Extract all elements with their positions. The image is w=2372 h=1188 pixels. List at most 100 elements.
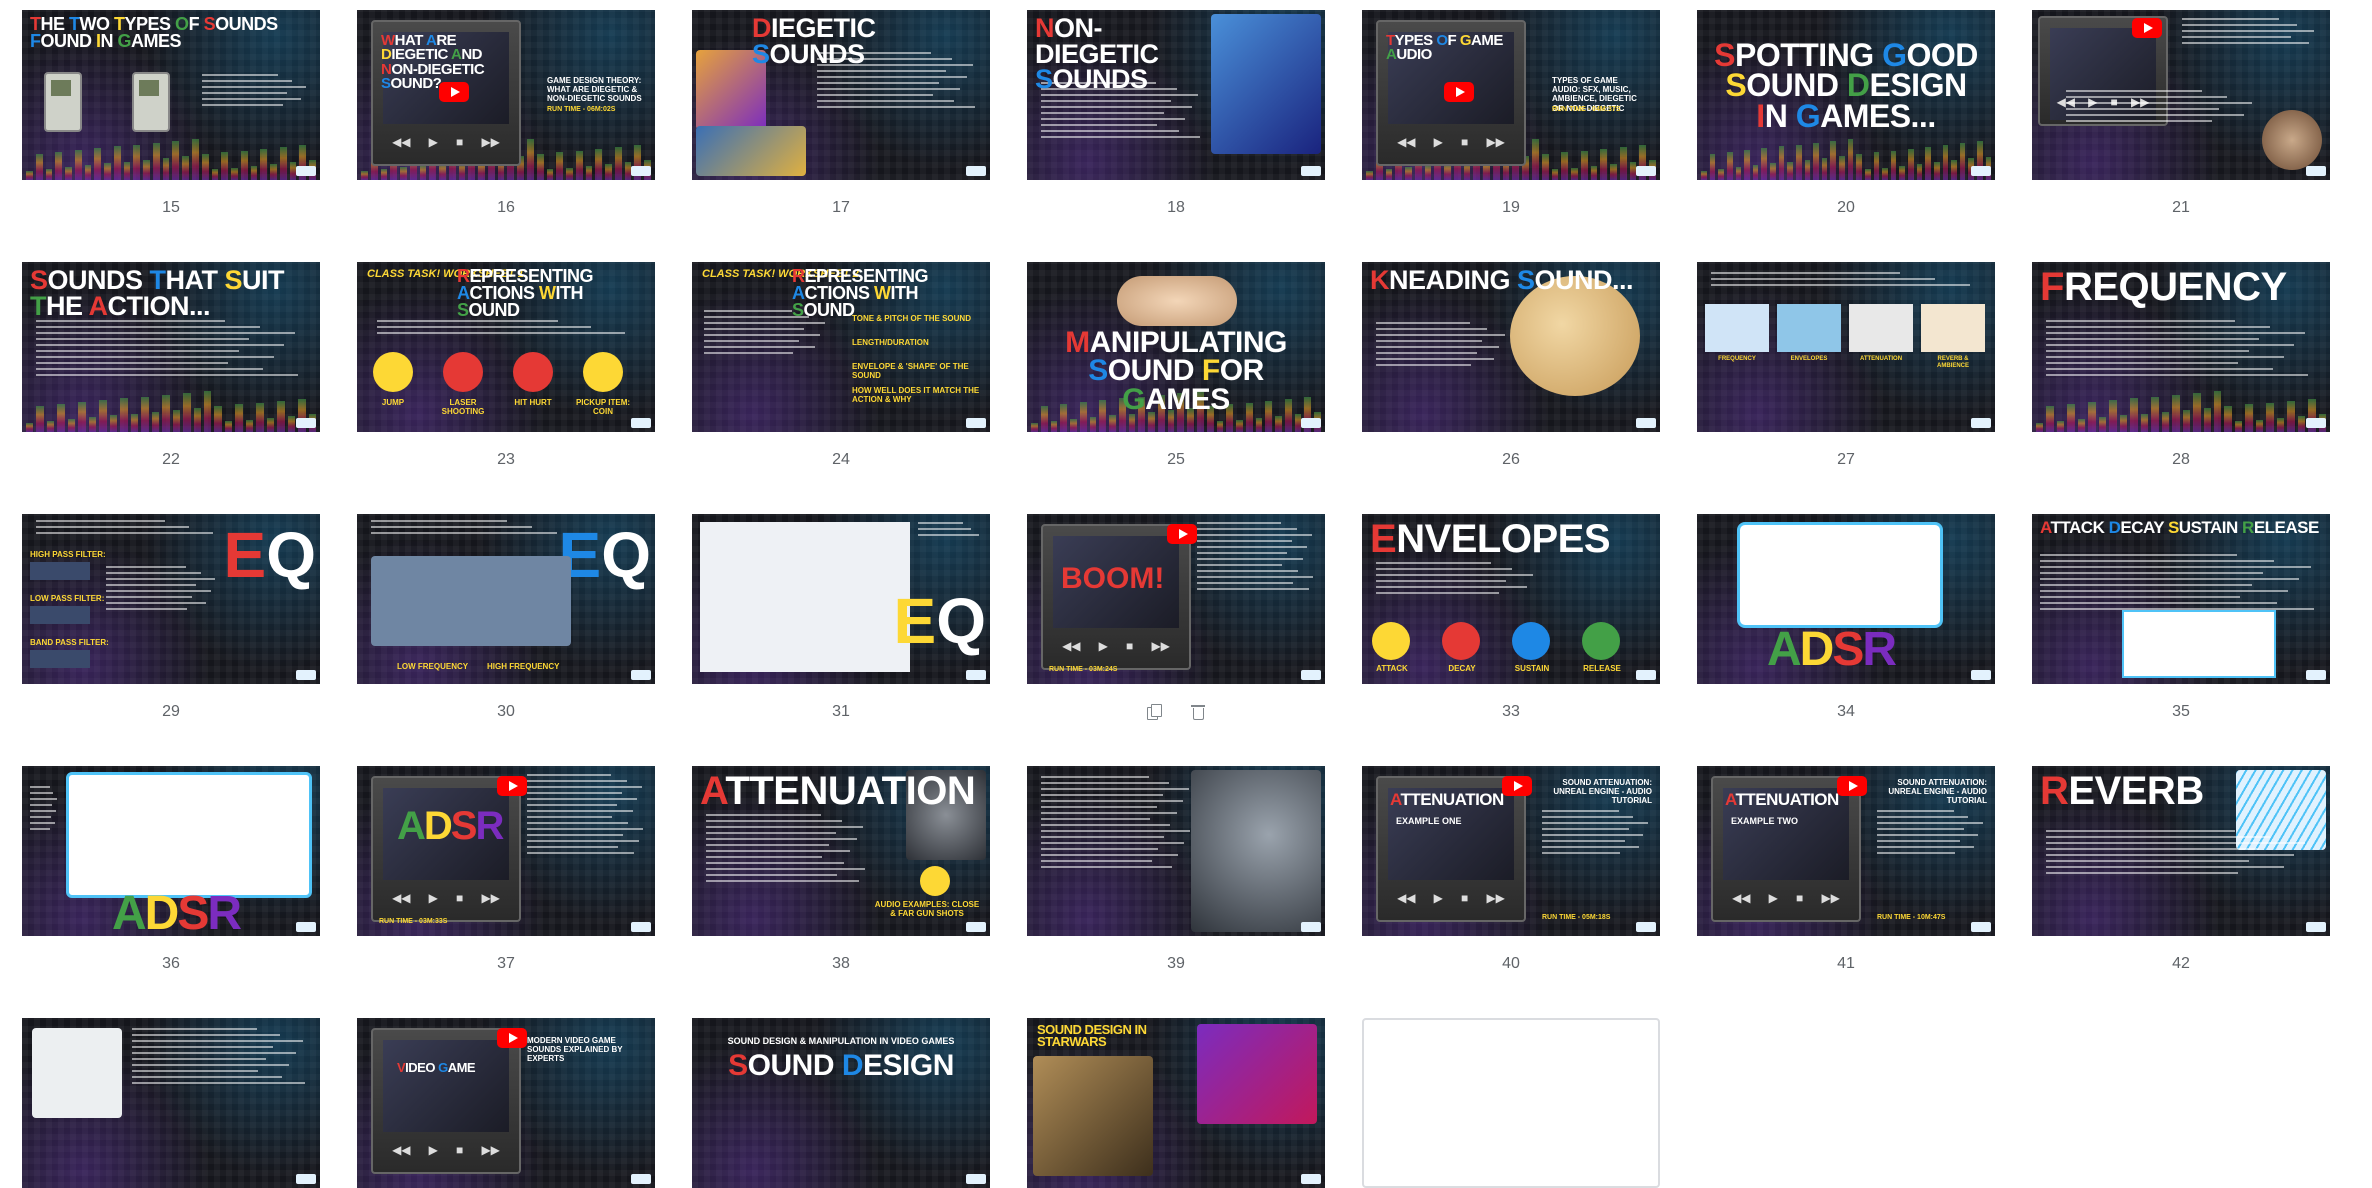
action-icon xyxy=(443,352,483,392)
slide-thumbnail[interactable]: KNEADING SOUND... xyxy=(1362,262,1660,432)
slide-thumbnail-cell[interactable]: DIEGETIC SOUNDS 17 xyxy=(692,10,990,216)
slide-thumbnail-cell[interactable]: ATTACK DECAY SUSTAIN RELEASE 35 xyxy=(2032,514,2330,720)
slide-thumbnail[interactable]: EQ xyxy=(692,514,990,684)
slide-thumbnail[interactable]: ◀◀ ▶ ■ ▶▶ VIDEO GAME MODERN VIDEO GAME SOUND… xyxy=(357,1018,655,1188)
slide-thumbnail-cell[interactable] xyxy=(22,1018,320,1188)
slide-thumbnail-cell[interactable]: ◀◀ ▶ ■ ▶▶ ATTENUATION EXAMPLE TWO SOUND ATTEN… xyxy=(1697,766,1995,972)
equalizer-decoration xyxy=(1697,134,1995,180)
runtime-label: RUN TIME - 06M:02S xyxy=(547,106,616,113)
envelope-stage-label: ATTACK xyxy=(1376,664,1408,673)
slide-number: 41 xyxy=(1837,955,1855,972)
slide-thumbnail[interactable]: CLASS TASK! WORKSHEET 2 REPRESENTING ACTI… xyxy=(692,262,990,432)
youtube-play-icon[interactable] xyxy=(1167,524,1197,544)
slide-thumbnail-cell[interactable]: EQ 31 xyxy=(692,514,990,720)
slide-thumbnail[interactable]: FREQUENCY xyxy=(2032,262,2330,432)
delete-icon[interactable] xyxy=(1191,704,1205,720)
slide-thumbnail[interactable]: ◀◀ ▶ ■ ▶▶ TYPES OF GAME AUDIO TYPES OF GAME… xyxy=(1362,10,1660,180)
slide-thumbnail[interactable] xyxy=(22,1018,320,1188)
slide-thumbnail-cell[interactable]: SOUND DESIGN & MANIPULATION IN VIDEO GAM… xyxy=(692,1018,990,1188)
slide-thumbnail[interactable]: THE TWO TYPES OF SOUNDS FOUND IN GAMES xyxy=(22,10,320,180)
slide-thumbnail-cell[interactable]: FREQUENCY 28 xyxy=(2032,262,2330,468)
slide-thumbnail[interactable]: REVERB xyxy=(2032,766,2330,936)
slide-thumbnail-cell[interactable]: ENVELOPES ATTACK DECAY SUSTAIN RELEASE 33 xyxy=(1362,514,1660,720)
youtube-play-icon[interactable] xyxy=(1444,82,1474,102)
video-player[interactable]: ◀◀▶■▶▶ xyxy=(371,1028,521,1174)
action-icon xyxy=(513,352,553,392)
slide-thumbnail-cell[interactable]: MANIPULATING SOUND FOR GAMES 25 xyxy=(1027,262,1325,468)
slide-thumbnail[interactable]: ADSR xyxy=(22,766,320,936)
slide-thumbnail-cell[interactable] xyxy=(1362,1018,1660,1188)
hands-image xyxy=(1117,276,1237,326)
youtube-play-icon[interactable] xyxy=(497,1028,527,1048)
slide-thumbnail-cell[interactable]: SOUNDS THAT SUIT THE ACTION... 22 xyxy=(22,262,320,468)
slide-thumbnail-cell[interactable]: EQ LOW FREQUENCY HIGH FREQUENCY 30 xyxy=(357,514,655,720)
slide-thumbnail[interactable]: EQ HIGH PASS FILTER: LOW PASS FILTER: BAND … xyxy=(22,514,320,684)
slide-thumbnail-cell[interactable]: KNEADING SOUND... 26 xyxy=(1362,262,1660,468)
school-logo xyxy=(1636,922,1656,932)
school-logo xyxy=(966,670,986,680)
slide-thumbnail-cell[interactable]: CLASS TASK! WORKSHEET 2 REPRESENTING ACTI… xyxy=(692,262,990,468)
slide-thumbnail-cell[interactable]: ADSR 36 xyxy=(22,766,320,972)
school-logo xyxy=(966,1174,986,1184)
video-player[interactable]: ◀◀▶■▶▶ xyxy=(371,776,521,922)
slide-thumbnail[interactable]: SPOTTING GOOD SOUND DESIGN IN GAMES... xyxy=(1697,10,1995,180)
slide-thumbnail-cell[interactable]: 39 xyxy=(1027,766,1325,972)
slide-thumbnail[interactable]: SOUND DESIGN & MANIPULATION IN VIDEO GAM… xyxy=(692,1018,990,1188)
slide-thumbnail-cell[interactable]: ADSR 34 xyxy=(1697,514,1995,720)
video-description: GAME DESIGN THEORY: WHAT ARE DIEGETIC & … xyxy=(547,76,642,104)
slide-thumbnail[interactable]: ◀◀ ▶ ■ ▶▶ ATTENUATION EXAMPLE TWO SOUND ATTEN… xyxy=(1697,766,1995,936)
slide-thumbnail[interactable]: SOUNDS THAT SUIT THE ACTION... xyxy=(22,262,320,432)
slide-thumbnail-cell[interactable]: ◀◀ ▶ ■ ▶▶ ADSR RUN TIME - 03M:33S 37 xyxy=(357,766,655,972)
youtube-play-icon[interactable] xyxy=(439,82,469,102)
slide-thumbnail-cell[interactable]: ◀◀ ▶ ■ ▶▶ WHAT ARE DIEGETIC AND NON-DIEGETI… xyxy=(357,10,655,216)
slide-thumbnail[interactable]: DIEGETIC SOUNDS xyxy=(692,10,990,180)
slide-thumbnail[interactable]: NON-DIEGETIC SOUNDS xyxy=(1027,10,1325,180)
concept-card-image xyxy=(1921,304,1985,352)
slide-thumbnail[interactable]: ATTENUATION AUDIO EXAMPLES: CLOSE & FAR G… xyxy=(692,766,990,936)
slide-thumbnail[interactable]: ADSR xyxy=(1697,514,1995,684)
stealth-game-image xyxy=(1191,770,1321,932)
slide-thumbnail[interactable]: ATTACK DECAY SUSTAIN RELEASE xyxy=(2032,514,2330,684)
slide-thumbnail[interactable]: CLASS TASK! WORKSHEET 1 REPRESENTING ACTI… xyxy=(357,262,655,432)
slide-thumbnail[interactable]: ◀◀▶■▶▶ xyxy=(2032,10,2330,180)
body-text-lines xyxy=(36,520,220,538)
slide-thumbnail-cell[interactable]: ATTENUATION AUDIO EXAMPLES: CLOSE & FAR G… xyxy=(692,766,990,972)
audio-icon[interactable] xyxy=(920,866,950,896)
slide-thumbnail-cell[interactable]: EQ HIGH PASS FILTER: LOW PASS FILTER: BAND … xyxy=(22,514,320,720)
body-text-lines xyxy=(2046,830,2316,878)
school-logo xyxy=(1636,418,1656,428)
slide-thumbnail[interactable]: EQ LOW FREQUENCY HIGH FREQUENCY xyxy=(357,514,655,684)
slide-thumbnail[interactable]: ENVELOPES ATTACK DECAY SUSTAIN RELEASE xyxy=(1362,514,1660,684)
slide-thumbnail-cell[interactable]: CLASS TASK! WORKSHEET 1 REPRESENTING ACTI… xyxy=(357,262,655,468)
slide-thumbnail-cell[interactable]: ◀◀▶■▶▶ 21 xyxy=(2032,10,2330,216)
slide-thumbnail-cell[interactable]: ◀◀ ▶ ■ ▶▶ TYPES OF GAME AUDIO TYPES OF GAME… xyxy=(1362,10,1660,216)
slide-thumbnail[interactable]: FREQUENCY ENVELOPES ATTENUATION REVERB & AM… xyxy=(1697,262,1995,432)
slide-thumbnail[interactable]: SOUND DESIGN IN STARWARS xyxy=(1027,1018,1325,1188)
youtube-play-icon[interactable] xyxy=(1502,776,1532,796)
slide-thumbnail-cell[interactable]: SPOTTING GOOD SOUND DESIGN IN GAMES... 20 xyxy=(1697,10,1995,216)
video-player[interactable]: ◀◀▶■▶▶ xyxy=(1041,524,1191,670)
slide-thumbnail[interactable] xyxy=(1027,766,1325,936)
slide-thumbnail-cell[interactable]: THE TWO TYPES OF SOUNDS FOUND IN GAMES 15 xyxy=(22,10,320,216)
slide-number: 24 xyxy=(832,451,850,468)
slide-thumbnail-cell[interactable]: ◀◀ ▶ ■ ▶▶ BOOM! RUN TIME - 03M:24S xyxy=(1027,514,1325,720)
slide-thumbnail-cell[interactable]: REVERB 42 xyxy=(2032,766,2330,972)
slide-number: 22 xyxy=(162,451,180,468)
youtube-play-icon[interactable] xyxy=(2132,18,2162,38)
slide-thumbnail[interactable] xyxy=(1362,1018,1660,1188)
slide-thumbnail[interactable]: ◀◀ ▶ ■ ▶▶ ADSR RUN TIME - 03M:33S xyxy=(357,766,655,936)
slide-thumbnail-cell[interactable]: ◀◀ ▶ ■ ▶▶ VIDEO GAME MODERN VIDEO GAME SOUND… xyxy=(357,1018,655,1188)
slide-thumbnail[interactable]: MANIPULATING SOUND FOR GAMES xyxy=(1027,262,1325,432)
school-logo xyxy=(2306,166,2326,176)
slide-thumbnail[interactable]: ◀◀ ▶ ■ ▶▶ ATTENUATION EXAMPLE ONE SOUND ATTEN… xyxy=(1362,766,1660,936)
slide-thumbnail[interactable]: ◀◀ ▶ ■ ▶▶ WHAT ARE DIEGETIC AND NON-DIEGETI… xyxy=(357,10,655,180)
youtube-play-icon[interactable] xyxy=(1837,776,1867,796)
slide-thumbnail-cell[interactable]: FREQUENCY ENVELOPES ATTENUATION REVERB & AM… xyxy=(1697,262,1995,468)
slide-thumbnail-cell[interactable]: ◀◀ ▶ ■ ▶▶ ATTENUATION EXAMPLE ONE SOUND ATTEN… xyxy=(1362,766,1660,972)
concept-card-label: ENVELOPES xyxy=(1790,356,1828,362)
slide-thumbnail[interactable]: ◀◀ ▶ ■ ▶▶ BOOM! RUN TIME - 03M:24S xyxy=(1027,514,1325,684)
slide-thumbnail-cell[interactable]: SOUND DESIGN IN STARWARS xyxy=(1027,1018,1325,1188)
slide-thumbnail-cell[interactable]: NON-DIEGETIC SOUNDS 18 xyxy=(1027,10,1325,216)
duplicate-icon[interactable] xyxy=(1147,704,1162,720)
youtube-play-icon[interactable] xyxy=(497,776,527,796)
